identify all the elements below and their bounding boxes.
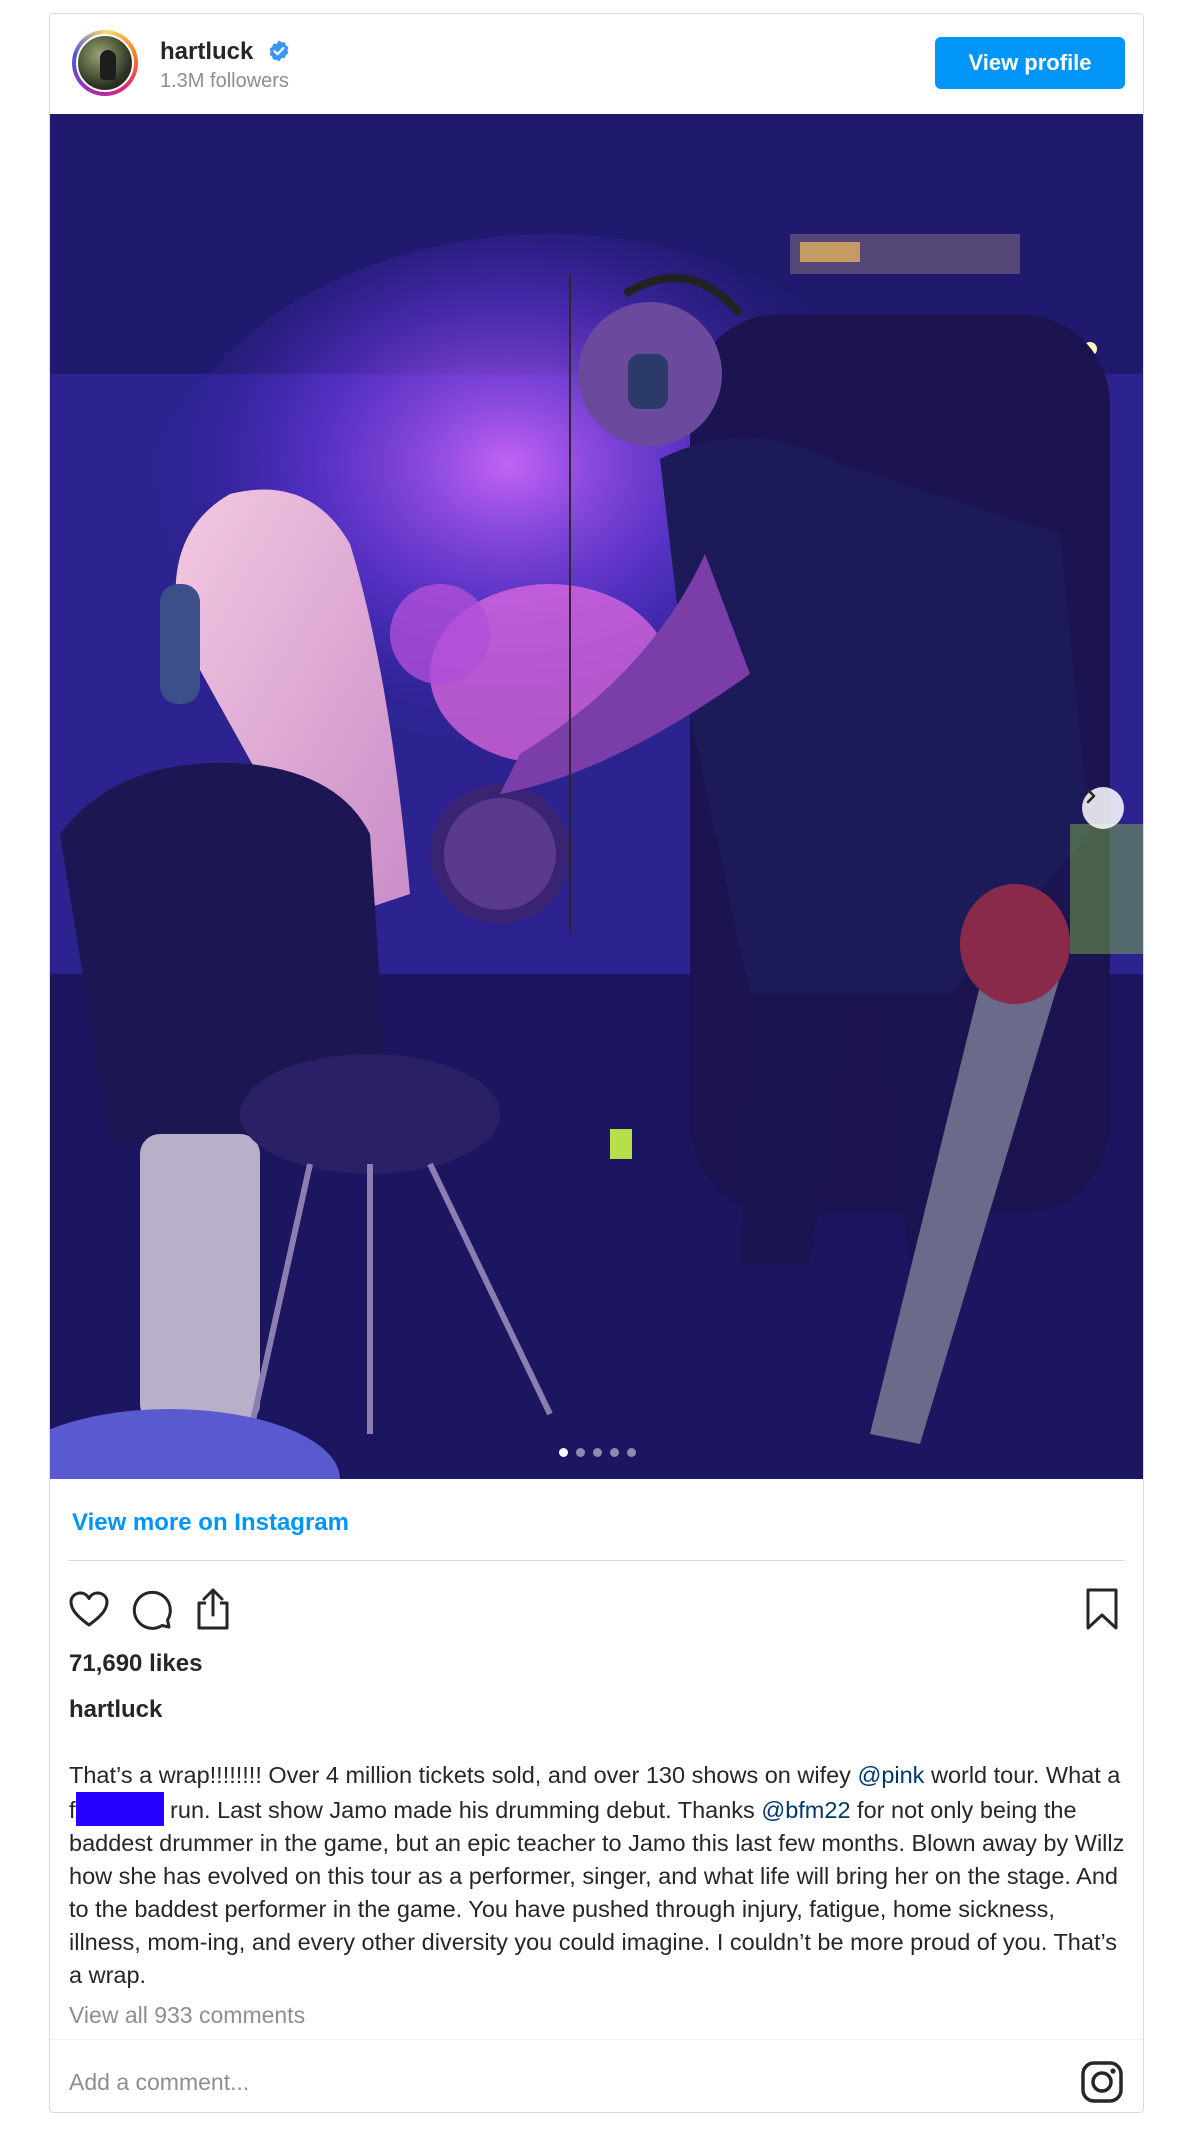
carousel-dot [593, 1448, 602, 1457]
share-icon [197, 1588, 229, 1630]
caption-text: That’s a wrap!!!!!!!! Over 4 million tic… [69, 1762, 858, 1788]
mention-link-pink[interactable]: @pink [857, 1762, 924, 1788]
caption-username[interactable]: hartluck [69, 1696, 162, 1724]
heart-icon [69, 1591, 109, 1627]
caption-text: for not only being the baddest drummer i… [69, 1797, 1125, 1988]
chevron-right-icon [1086, 788, 1096, 804]
verified-badge-icon [269, 40, 289, 62]
carousel-indicator [50, 1448, 1143, 1457]
post-photo[interactable] [50, 114, 1143, 1479]
comment-icon [132, 1590, 172, 1630]
concert-photo-illustration [50, 114, 1143, 1479]
save-button[interactable] [1079, 1586, 1125, 1632]
post-header: hartluck 1.3M followers View profile [50, 14, 1143, 115]
add-comment-input[interactable] [69, 2062, 969, 2102]
username[interactable]: hartluck [160, 38, 253, 66]
post-caption: That’s a wrap!!!!!!!! Over 4 million tic… [69, 1759, 1129, 1992]
caption-text: run. Last show Jamo made his drumming de… [163, 1797, 762, 1823]
view-more-on-instagram-link[interactable]: View more on Instagram [72, 1509, 349, 1537]
mention-link-bfm22[interactable]: @bfm22 [761, 1797, 850, 1823]
divider [50, 2039, 1143, 2040]
redaction-box [75, 1792, 164, 1826]
carousel-dot-active [559, 1448, 568, 1457]
like-count[interactable]: 71,690 likes [69, 1650, 202, 1678]
caption-text: world tour. What a [924, 1762, 1121, 1788]
carousel-dot [610, 1448, 619, 1457]
view-profile-button[interactable]: View profile [935, 37, 1125, 89]
like-button[interactable] [66, 1586, 112, 1632]
share-button[interactable] [190, 1586, 236, 1632]
avatar-image [76, 34, 134, 92]
action-bar [66, 1586, 236, 1632]
carousel-dot [576, 1448, 585, 1457]
instagram-logo-icon[interactable] [1079, 2059, 1125, 2105]
divider [68, 1560, 1125, 1561]
avatar[interactable] [72, 30, 138, 96]
bookmark-icon [1086, 1588, 1118, 1630]
follower-count: 1.3M followers [160, 70, 289, 92]
view-all-comments-link[interactable]: View all 933 comments [69, 2002, 305, 2029]
comment-button[interactable] [128, 1586, 174, 1632]
carousel-dot [627, 1448, 636, 1457]
instagram-embed-card: hartluck 1.3M followers View profile Vie… [49, 13, 1144, 2113]
carousel-next-button[interactable] [1082, 787, 1124, 829]
